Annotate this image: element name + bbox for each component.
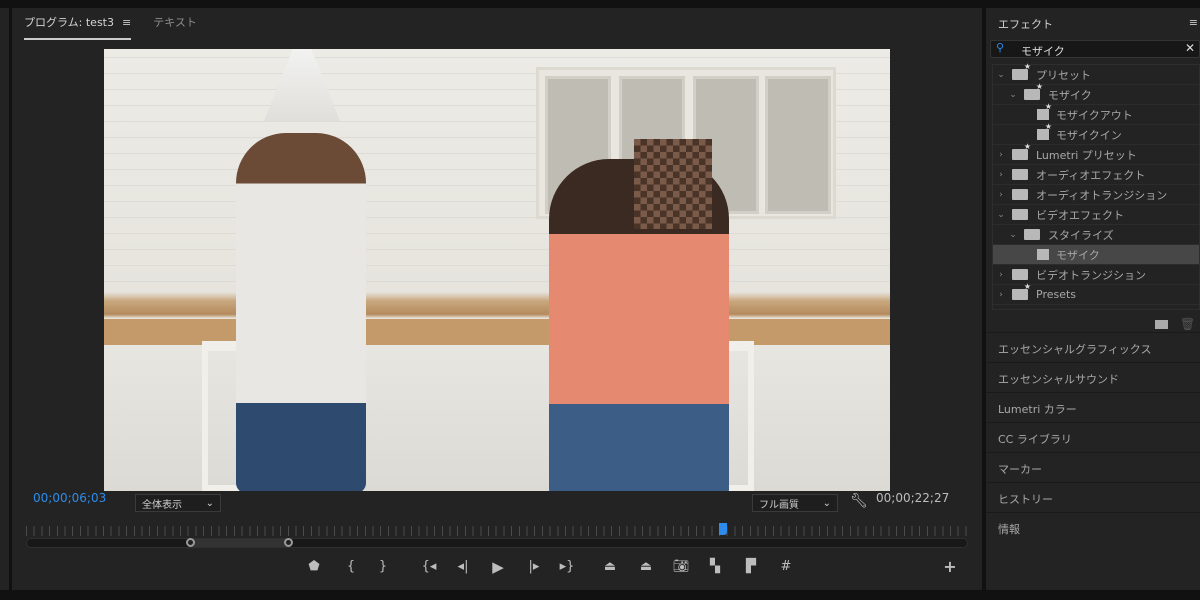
zoom-select[interactable]: 全体表示 ⌄ (135, 494, 221, 512)
scrollbar-thumb[interactable] (190, 539, 290, 547)
panel-history[interactable]: ヒストリー (986, 482, 1200, 511)
panel-cc-libraries[interactable]: CC ライブラリ (986, 422, 1200, 451)
panel-essential-graphics[interactable]: エッセンシャルグラフィックス (986, 332, 1200, 361)
person-doctor (236, 133, 366, 491)
insert-button[interactable]: ▚ (705, 557, 725, 577)
mark-in-button[interactable]: { (341, 557, 361, 577)
tree-item-label: モザイク (1048, 88, 1092, 102)
tree-item-label: オーディオエフェクト (1036, 168, 1146, 182)
folder-icon (1024, 229, 1040, 240)
tree-item-label: モザイクイン (1056, 128, 1122, 142)
search-value: モザイク (1021, 45, 1065, 58)
tree-item-label: モザイクアウト (1056, 108, 1133, 122)
tree-item-label: モザイク (1056, 248, 1100, 262)
tab-text[interactable]: テキスト (153, 14, 197, 40)
clear-icon[interactable]: ✕ (1185, 41, 1195, 55)
tree-item[interactable]: › Lumetri プリセット (993, 142, 1199, 165)
chevron-down-icon[interactable]: ⌄ (1007, 90, 1019, 100)
chevron-right-icon[interactable]: › (995, 190, 1007, 200)
quality-select-value: フル画質 (759, 499, 799, 511)
panel-menu-icon[interactable]: ≡ (122, 16, 131, 29)
folder-icon (1012, 209, 1028, 220)
tree-item-label: Presets (1036, 288, 1077, 301)
tree-item-label: プリセット (1036, 68, 1091, 82)
mark-out-button[interactable]: } (373, 557, 393, 577)
quality-select[interactable]: フル画質 ⌄ (752, 494, 838, 512)
scrollbar-handle-right[interactable] (284, 538, 293, 547)
preset-folder-icon (1012, 282, 1031, 300)
camera-icon[interactable]: 📷︎ (671, 557, 691, 577)
playhead[interactable] (719, 523, 728, 535)
new-folder-icon[interactable] (1155, 320, 1168, 329)
mosaic-face (634, 139, 712, 229)
chevron-down-icon[interactable]: ⌄ (995, 210, 1007, 220)
effects-panel: エフェクト ≡ ⚲ モザイク ✕ ⌄ プリセット ⌄ モザイク モザイクアウト モザ… (986, 8, 1200, 590)
lift-button[interactable]: ⏏ (600, 557, 620, 577)
tree-item-selected[interactable]: モザイク (993, 245, 1199, 265)
chevron-right-icon[interactable]: › (995, 170, 1007, 180)
tree-item[interactable]: › オーディオトランジション (993, 185, 1199, 205)
overwrite-button[interactable]: ▛ (741, 557, 761, 577)
chevron-down-icon: ⌄ (205, 497, 214, 509)
zoom-scrollbar[interactable] (26, 538, 968, 548)
wrench-icon[interactable]: 🔧︎ (850, 493, 868, 509)
search-icon: ⚲ (996, 41, 1005, 54)
trash-icon[interactable]: 🗑︎ (1180, 317, 1195, 331)
tree-item[interactable]: › Presets (993, 282, 1199, 305)
add-marker-button[interactable]: ⬟ (304, 557, 324, 577)
tree-item[interactable]: ⌄ ビデオエフェクト (993, 205, 1199, 225)
step-forward-button[interactable]: |▸ (524, 557, 544, 577)
preset-icon (1037, 102, 1052, 120)
preset-folder-icon (1012, 62, 1031, 80)
preset-folder-icon (1024, 82, 1043, 100)
tree-item[interactable]: ⌄ スタイライズ (993, 225, 1199, 245)
tree-item[interactable]: ⌄ モザイク (993, 82, 1199, 105)
tree-item-label: ビデオエフェクト (1036, 208, 1124, 222)
tree-item-label: オーディオトランジション (1036, 188, 1168, 202)
chevron-down-icon: ⌄ (822, 497, 831, 509)
step-back-button[interactable]: ◂| (453, 557, 473, 577)
chevron-right-icon[interactable]: › (995, 270, 1007, 280)
tree-item-label: Lumetri プリセット (1036, 148, 1137, 162)
go-to-in-button[interactable]: {◂ (419, 557, 439, 577)
effects-search-input[interactable]: ⚲ モザイク ✕ (990, 40, 1200, 58)
panel-essential-sound[interactable]: エッセンシャルサウンド (986, 362, 1200, 391)
tree-item-label: スタイライズ (1048, 228, 1114, 242)
tree-item[interactable]: ⌄ プリセット (993, 62, 1199, 85)
chevron-right-icon[interactable]: › (995, 150, 1007, 160)
panel-info[interactable]: 情報 (986, 512, 1200, 541)
effects-tree: ⌄ プリセット ⌄ モザイク モザイクアウト モザイクイン › Lumetri プリセ… (992, 62, 1200, 310)
chevron-right-icon[interactable]: › (995, 290, 1007, 300)
effect-icon (1037, 249, 1049, 260)
video-frame[interactable] (104, 49, 890, 491)
go-to-out-button[interactable]: ▸} (557, 557, 577, 577)
tree-item[interactable]: › オーディオエフェクト (993, 165, 1199, 185)
extract-button[interactable]: ⏏ (636, 557, 656, 577)
tab-label: プログラム: test3 (24, 16, 114, 29)
preset-icon (1037, 122, 1052, 140)
folder-icon (1012, 169, 1028, 180)
panel-lumetri-color[interactable]: Lumetri カラー (986, 392, 1200, 421)
panel-title: エフェクト (998, 18, 1053, 31)
left-panel-edge (0, 8, 9, 590)
panel-markers[interactable]: マーカー (986, 452, 1200, 481)
tab-program[interactable]: プログラム: test3 ≡ (24, 14, 132, 40)
preset-folder-icon (1012, 142, 1031, 160)
folder-icon (1012, 189, 1028, 200)
current-timecode[interactable]: 00;00;06;03 (33, 491, 106, 505)
duration-timecode: 00;00;22;27 (876, 491, 950, 505)
zoom-select-value: 全体表示 (142, 499, 182, 511)
scrollbar-handle-left[interactable] (186, 538, 195, 547)
safe-margins-button[interactable]: # (776, 557, 796, 577)
chevron-down-icon[interactable]: ⌄ (995, 70, 1007, 80)
chevron-down-icon[interactable]: ⌄ (1007, 230, 1019, 240)
tree-item-label: ビデオトランジション (1036, 268, 1146, 282)
time-ruler[interactable] (26, 526, 968, 536)
folder-icon (1012, 269, 1028, 280)
panel-menu-icon[interactable]: ≡ (1189, 16, 1198, 29)
add-button-icon[interactable]: + (940, 557, 960, 577)
tree-item[interactable]: モザイクアウト (993, 102, 1199, 125)
play-button[interactable]: ▶ (488, 557, 508, 577)
